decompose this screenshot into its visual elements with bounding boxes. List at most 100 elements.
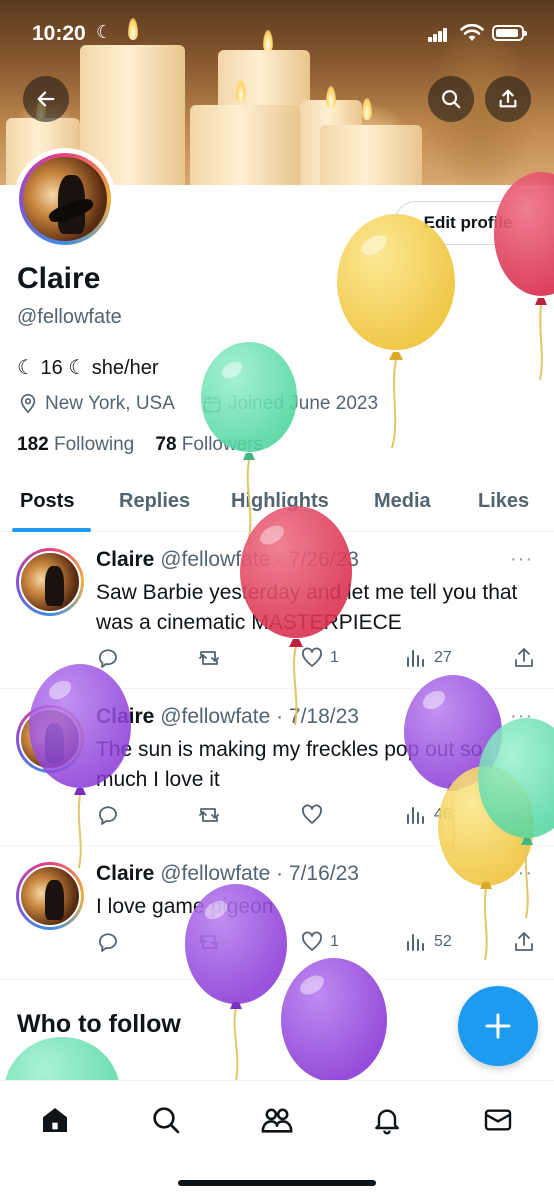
tab-posts[interactable]: Posts [20, 490, 74, 513]
profile-avatar[interactable] [14, 148, 116, 250]
profile-name: Claire [17, 262, 101, 295]
tab-highlights[interactable]: Highlights [231, 490, 329, 513]
tweet-meta: @fellowfate · 7/16/23 [160, 862, 359, 885]
tweet-actions: 1 52 [96, 930, 542, 956]
reply-button[interactable] [96, 930, 120, 954]
nav-notifications[interactable] [370, 1103, 404, 1137]
profile-joined: Joined June 2023 [202, 393, 378, 415]
compose-post-button[interactable] [458, 986, 538, 1066]
tweet-header: Claire @fellowfate · 7/26/23 [96, 548, 359, 572]
tweet-avatar[interactable] [16, 705, 84, 773]
back-button[interactable] [23, 76, 69, 122]
search-button[interactable] [428, 76, 474, 122]
tweet-meta: @fellowfate · 7/18/23 [160, 705, 359, 728]
followers-label: Followers [181, 434, 264, 455]
tweet-author: Claire [96, 705, 155, 728]
wifi-icon [460, 23, 484, 43]
tweet-author: Claire [96, 548, 155, 571]
search-icon [442, 90, 461, 109]
tweet[interactable]: Claire @fellowfate · 7/16/23 ··· I love … [0, 846, 554, 980]
tweet-text: Saw Barbie yesterday and let me tell you… [96, 581, 518, 634]
following-link[interactable]: 182 Following [17, 434, 134, 455]
retweet-icon [199, 935, 219, 949]
battery-icon [492, 25, 527, 41]
communities-icon [261, 1108, 293, 1133]
candle [190, 105, 300, 185]
location-pin-icon [20, 394, 36, 414]
tweet-avatar[interactable] [16, 548, 84, 616]
cellular-signal-icon [428, 26, 448, 42]
share-profile-button[interactable] [485, 76, 531, 122]
views-button[interactable]: 52 [404, 930, 452, 954]
edit-profile-button[interactable]: Edit profile [394, 201, 542, 245]
share-icon [499, 89, 517, 108]
following-count: 182 [17, 434, 49, 455]
share-button[interactable] [512, 646, 536, 670]
retweet-icon [199, 808, 219, 822]
who-to-follow-heading: Who to follow [17, 1010, 181, 1038]
share-button[interactable] [512, 803, 536, 827]
joined-text: Joined June 2023 [228, 393, 379, 414]
tweet-header: Claire @fellowfate · 7/18/23 [96, 705, 359, 729]
retweet-button[interactable] [196, 930, 222, 954]
focus-moon-icon: ☾ [96, 22, 113, 42]
location-text: New York, USA [45, 393, 175, 414]
followers-link[interactable]: 78 Followers [155, 434, 263, 455]
views-icon [407, 650, 424, 667]
retweet-icon [199, 651, 219, 665]
back-arrow-icon [37, 91, 55, 107]
heart-icon [302, 647, 322, 667]
tweet-more-button[interactable]: ··· [510, 862, 533, 885]
follow-stats: 182 Following 78 Followers [17, 434, 263, 456]
profile-location: New York, USA [17, 393, 175, 415]
view-count: 46 [434, 806, 452, 823]
retweet-button[interactable] [196, 803, 222, 827]
tweet[interactable]: Claire @fellowfate · 7/26/23 ··· Saw Bar… [0, 532, 554, 689]
candle-flame [362, 98, 372, 120]
tweet-actions: 46 [96, 803, 542, 829]
tab-replies[interactable]: Replies [119, 490, 190, 513]
tweet-text: The sun is making my freckles pop out so… [96, 738, 483, 791]
nav-messages[interactable] [481, 1103, 515, 1137]
like-button[interactable] [300, 803, 330, 827]
views-button[interactable]: 27 [404, 646, 452, 670]
tweet-more-button[interactable]: ··· [510, 548, 533, 571]
home-indicator [178, 1180, 376, 1186]
candle-flame [326, 86, 336, 108]
profile-handle: @fellowfate [17, 306, 122, 328]
tab-media[interactable]: Media [374, 490, 431, 513]
tweet-more-button[interactable]: ··· [510, 705, 533, 728]
status-time: 10:20 [32, 22, 86, 45]
views-button[interactable]: 46 [404, 803, 452, 827]
heart-icon [302, 804, 322, 824]
retweet-button[interactable] [196, 646, 222, 670]
tab-likes[interactable]: Likes [478, 490, 529, 513]
nav-communities[interactable] [260, 1103, 294, 1137]
like-button[interactable]: 1 [300, 646, 339, 670]
bell-icon [375, 1109, 399, 1135]
like-button[interactable]: 1 [300, 930, 339, 954]
reply-icon [99, 649, 117, 668]
share-icon [515, 805, 533, 824]
candle [320, 125, 422, 185]
like-count: 1 [330, 933, 339, 950]
view-count: 27 [434, 649, 452, 666]
calendar-icon [203, 396, 221, 413]
views-icon [407, 807, 424, 824]
profile-bio: ☾ 16 ☾ she/her [17, 357, 159, 379]
following-label: Following [53, 434, 135, 455]
reply-button[interactable] [96, 803, 120, 827]
share-icon [515, 648, 533, 667]
views-icon [407, 934, 424, 951]
tweet[interactable]: Claire @fellowfate · 7/18/23 ··· The sun… [0, 689, 554, 846]
plus-icon [485, 1013, 511, 1039]
reply-button[interactable] [96, 646, 120, 670]
tweet-avatar[interactable] [16, 862, 84, 930]
tweet-meta: @fellowfate · 7/26/23 [160, 548, 359, 571]
profile-tabs: Posts Replies Highlights Media Likes [0, 476, 554, 532]
share-button[interactable] [512, 930, 536, 954]
view-count: 52 [434, 933, 452, 950]
nav-home[interactable] [38, 1103, 72, 1137]
status-bar: 10:20 ☾ [0, 0, 554, 62]
nav-search[interactable] [149, 1103, 183, 1137]
